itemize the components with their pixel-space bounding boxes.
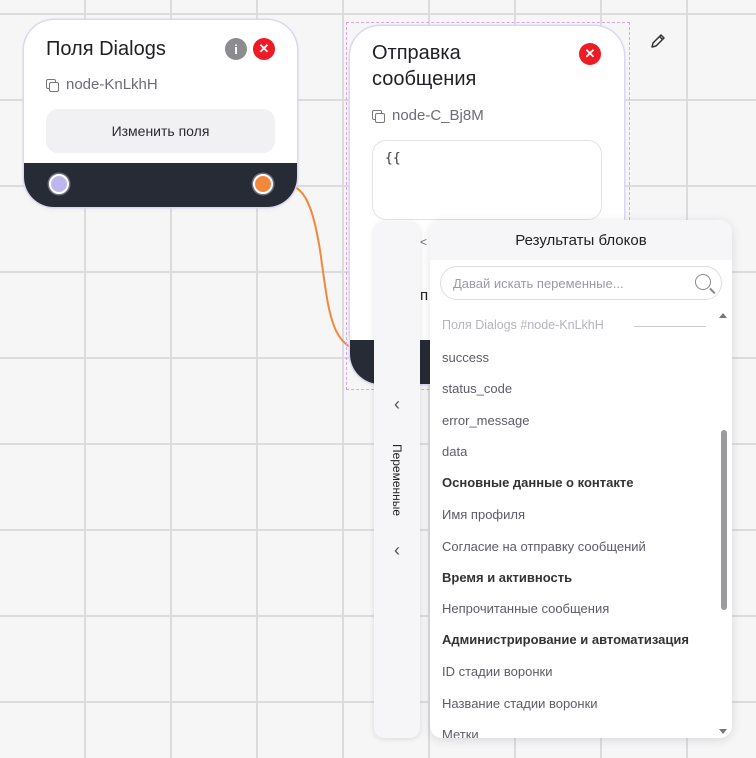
- scroll-down-icon[interactable]: [719, 729, 727, 734]
- list-section-header: Поля Dialogs #node-KnLkhH: [442, 318, 604, 332]
- info-icon[interactable]: i: [225, 38, 247, 60]
- list-item[interactable]: status_code: [442, 381, 512, 396]
- node-id-text: node-KnLkhH: [66, 76, 158, 93]
- node-title: Поля Dialogs: [46, 38, 166, 60]
- node-title-line2: сообщения: [372, 68, 477, 90]
- panel-title: Результаты блоков: [430, 220, 732, 260]
- search-icon[interactable]: [695, 274, 711, 290]
- variables-label: Переменные: [390, 443, 404, 517]
- section-divider: [634, 326, 706, 327]
- list-item[interactable]: Имя профиля: [442, 507, 525, 522]
- search-placeholder: Давай искать переменные...: [453, 275, 624, 291]
- close-icon[interactable]: ✕: [253, 38, 275, 60]
- copy-icon[interactable]: [372, 109, 385, 123]
- node-dialogs-fields[interactable]: Поля Dialogs i ✕ node-KnLkhH Изменить по…: [24, 20, 297, 207]
- chevron-left-icon[interactable]: ‹: [394, 394, 400, 415]
- block-results-panel: Результаты блоков Давай искать переменны…: [430, 220, 732, 738]
- list-item[interactable]: data: [442, 444, 467, 459]
- partial-fragment: п: [420, 287, 429, 304]
- node-id: node-KnLkhH: [46, 76, 158, 93]
- list-item[interactable]: Название стадии воронки: [442, 696, 598, 711]
- list-item[interactable]: Согласие на отправку сообщений: [442, 539, 646, 554]
- search-input[interactable]: Давай искать переменные...: [440, 266, 722, 300]
- list-group-header: Администрирование и автоматизация: [442, 632, 689, 647]
- scroll-thumb[interactable]: [721, 430, 727, 610]
- input-handle[interactable]: [49, 174, 69, 194]
- node-footer: [24, 163, 297, 207]
- close-icon[interactable]: ✕: [579, 43, 601, 65]
- list-item[interactable]: success: [442, 350, 489, 365]
- chevron-left-icon[interactable]: ‹: [394, 540, 400, 561]
- output-handle[interactable]: [253, 174, 273, 194]
- variables-tab[interactable]: ‹ Переменные ‹: [374, 222, 420, 738]
- node-id-text: node-C_Bj8M: [392, 107, 484, 124]
- copy-icon[interactable]: [46, 78, 59, 92]
- scroll-up-icon[interactable]: [719, 313, 727, 318]
- list-item[interactable]: Непрочитанные сообщения: [442, 601, 609, 616]
- list-item[interactable]: Метки: [442, 727, 479, 738]
- pencil-icon[interactable]: [649, 32, 667, 50]
- list-item[interactable]: ID стадии воронки: [442, 664, 552, 679]
- list-item[interactable]: error_message: [442, 413, 529, 428]
- node-title-line1: Отправка: [372, 42, 461, 64]
- partial-fragment: <: [420, 235, 428, 249]
- list-group-header: Основные данные о контакте: [442, 475, 634, 490]
- node-id: node-C_Bj8M: [372, 107, 484, 124]
- message-textarea[interactable]: {{: [372, 140, 602, 220]
- textarea-value: {{: [385, 151, 401, 166]
- list-group-header: Время и активность: [442, 570, 573, 585]
- scrollbar[interactable]: [720, 320, 728, 738]
- edit-fields-button[interactable]: Изменить поля: [46, 109, 275, 153]
